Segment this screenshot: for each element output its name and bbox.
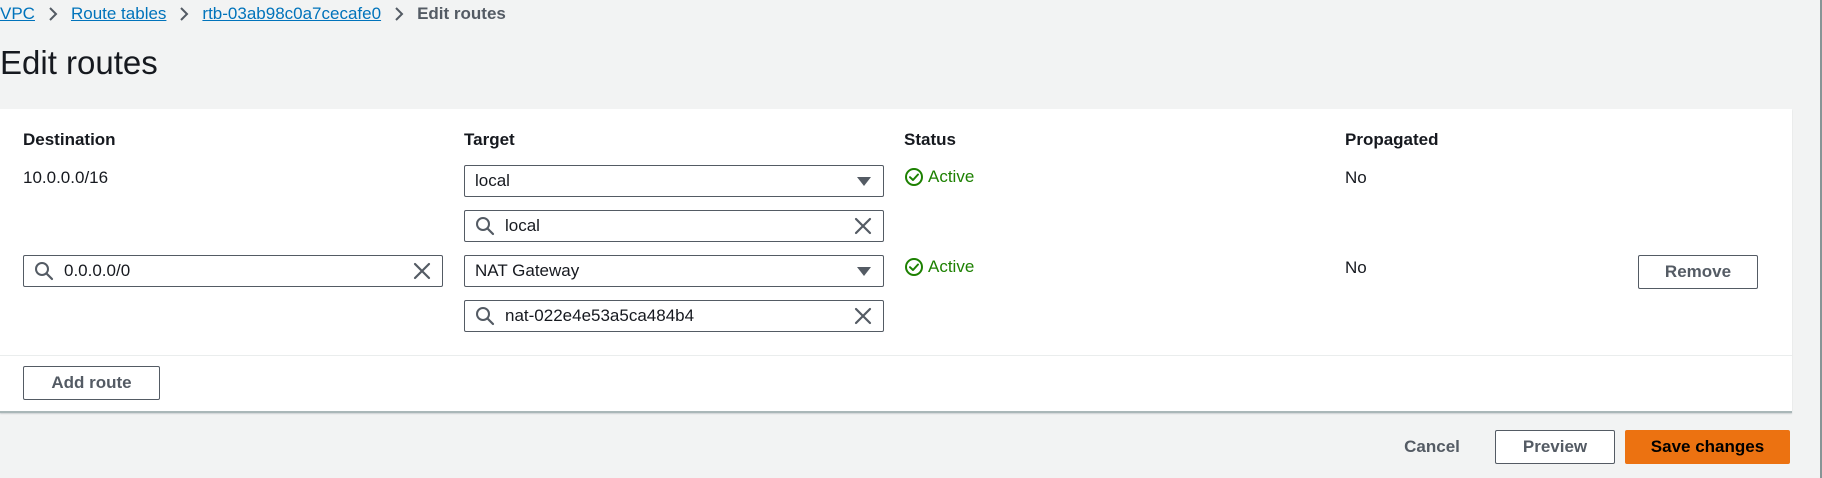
close-icon[interactable]: [853, 306, 873, 326]
search-icon: [475, 216, 495, 236]
chevron-right-icon: [166, 6, 202, 22]
route-2-target-search-value: nat-022e4e53a5ca484b4: [505, 306, 695, 325]
route-1-propagated: No: [1345, 168, 1367, 187]
add-route-button[interactable]: Add route: [23, 366, 160, 400]
route-1-target-search-value: local: [505, 216, 540, 235]
route-1-target-type-value: local: [475, 171, 510, 190]
save-changes-button[interactable]: Save changes: [1625, 430, 1790, 464]
breadcrumb-link-vpc[interactable]: VPC: [0, 4, 35, 24]
route-1-status-text: Active: [928, 167, 975, 186]
check-circle-icon: [904, 167, 924, 187]
route-2-target-type-value: NAT Gateway: [475, 261, 580, 280]
route-2-target-search-input[interactable]: nat-022e4e53a5ca484b4: [464, 300, 884, 332]
cancel-button[interactable]: Cancel: [1388, 430, 1476, 464]
caret-down-icon: [857, 177, 871, 186]
column-header-status: Status: [904, 130, 956, 149]
chevron-right-icon: [381, 6, 417, 22]
page-title: Edit routes: [0, 44, 158, 81]
close-icon[interactable]: [853, 216, 873, 236]
route-2-status-text: Active: [928, 257, 975, 276]
caret-down-icon: [857, 267, 871, 276]
column-header-propagated: Propagated: [1345, 130, 1439, 149]
route-2-target-type-select[interactable]: NAT Gateway: [464, 255, 884, 287]
breadcrumb-link-route-table-id[interactable]: rtb-03ab98c0a7cecafe0: [202, 4, 381, 24]
chevron-right-icon: [35, 6, 71, 22]
column-header-destination: Destination: [23, 130, 116, 149]
route-2-status: Active: [904, 257, 974, 277]
search-icon: [475, 306, 495, 326]
route-2-destination-value: 0.0.0.0/0: [64, 261, 131, 280]
route-1-target-search-input[interactable]: local: [464, 210, 884, 242]
route-1-target-type-select[interactable]: local: [464, 165, 884, 197]
search-icon: [34, 261, 54, 281]
breadcrumb: VPC Route tables rtb-03ab98c0a7cecafe0 E…: [0, 2, 506, 26]
route-1-status: Active: [904, 167, 974, 187]
route-2-propagated: No: [1345, 258, 1367, 277]
routes-panel: Destination Target Status Propagated 10.…: [0, 109, 1792, 413]
remove-route-button[interactable]: Remove: [1638, 255, 1758, 289]
preview-button[interactable]: Preview: [1495, 430, 1615, 464]
route-1-destination: 10.0.0.0/16: [23, 168, 109, 187]
breadcrumb-current: Edit routes: [417, 4, 506, 23]
breadcrumb-link-route-tables[interactable]: Route tables: [71, 4, 166, 24]
close-icon[interactable]: [412, 261, 432, 281]
check-circle-icon: [904, 257, 924, 277]
column-header-target: Target: [464, 130, 515, 149]
route-2-destination-input[interactable]: 0.0.0.0/0: [23, 255, 443, 287]
panel-divider: [0, 355, 1792, 356]
